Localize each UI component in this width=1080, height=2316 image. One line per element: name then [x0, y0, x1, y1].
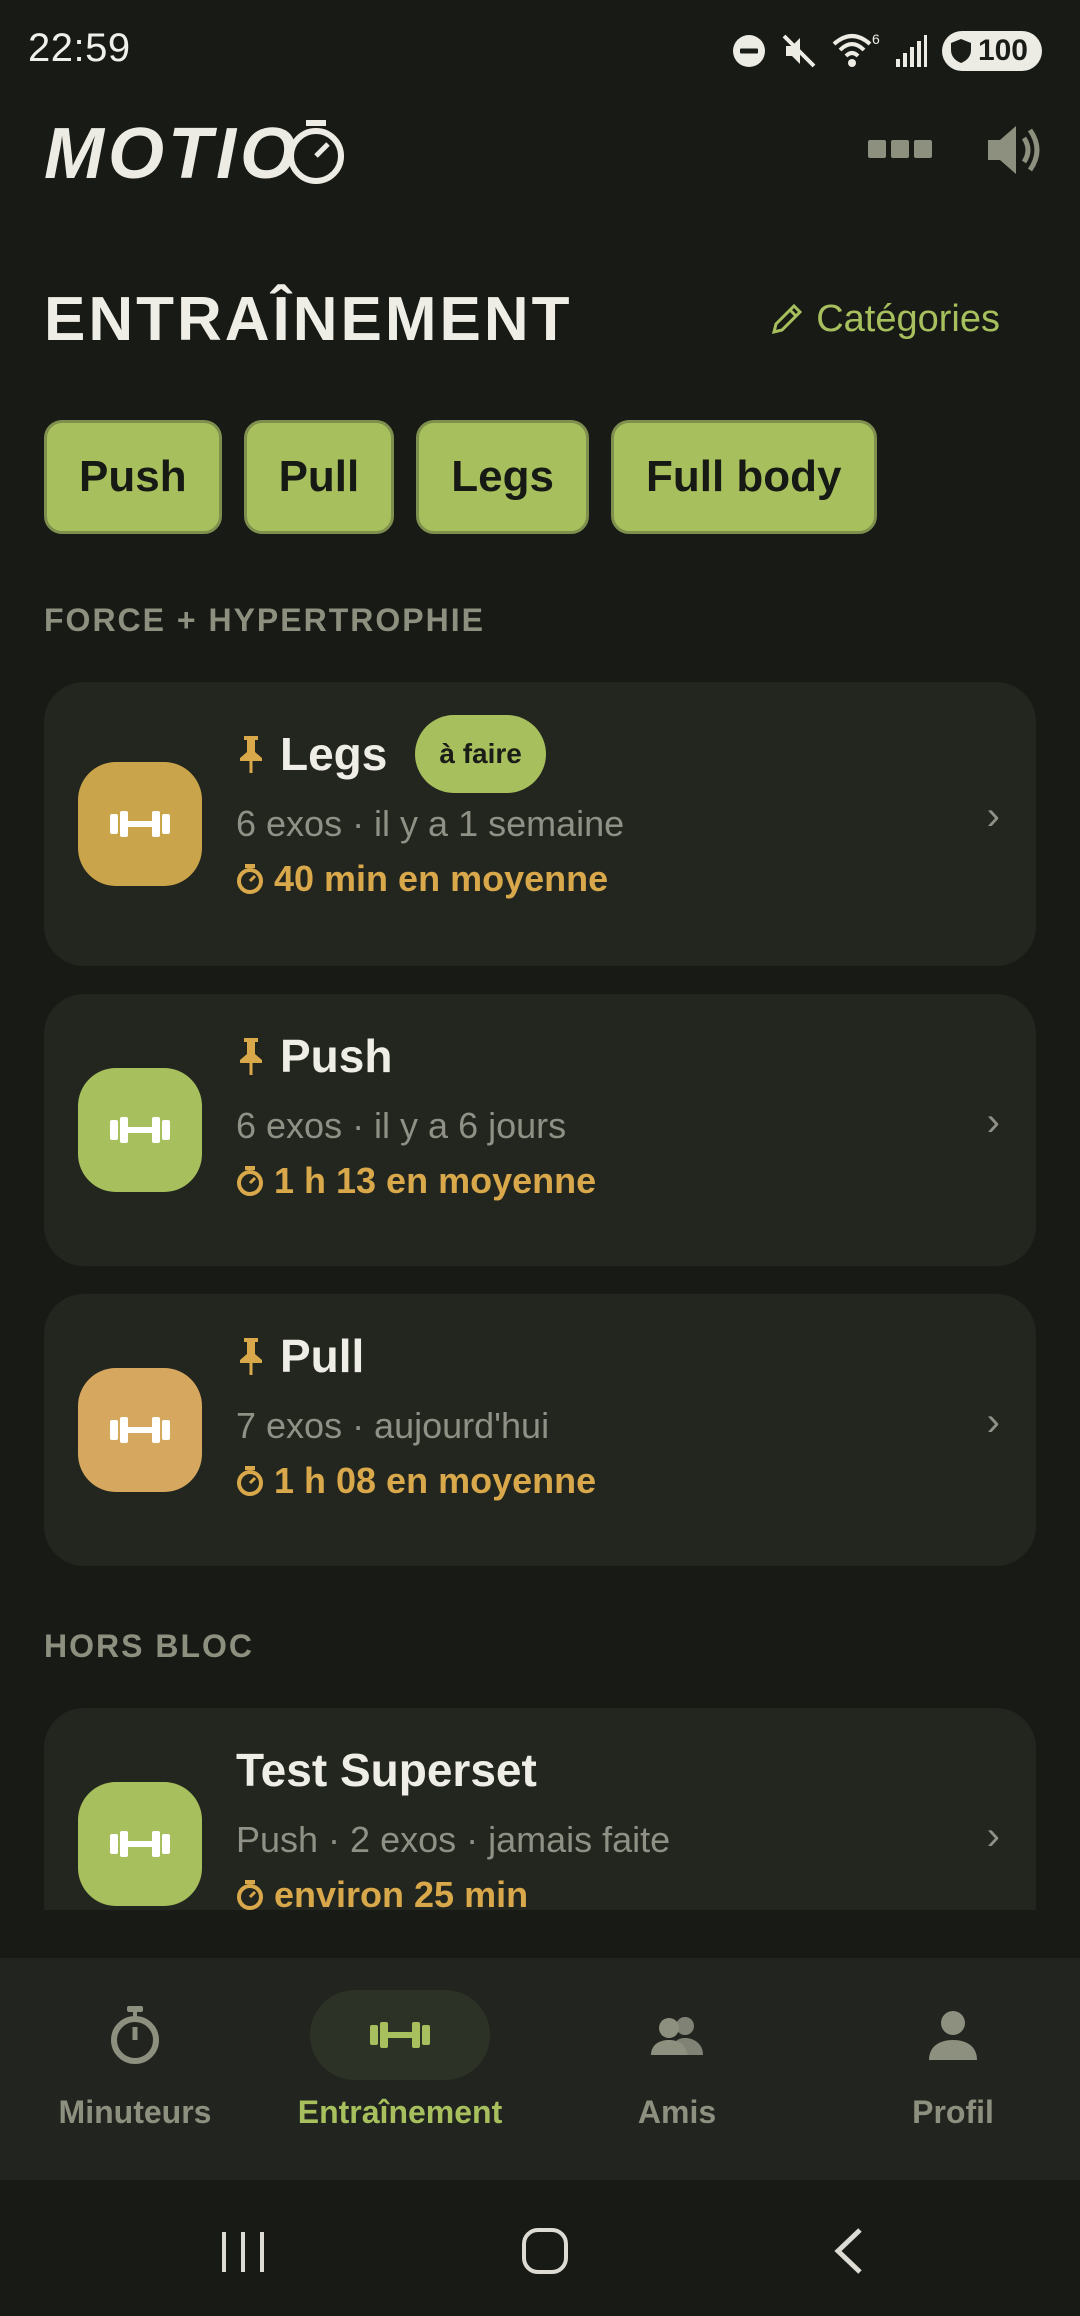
chevron-right-icon: › — [986, 794, 1000, 838]
nav-profile[interactable]: Profil — [818, 1958, 1080, 2180]
todo-badge: à faire — [415, 715, 546, 793]
recents-button[interactable] — [218, 2228, 268, 2276]
stopwatch-icon — [237, 1466, 263, 1496]
workout-card-legs[interactable]: Legs à faire 6 exos · il y a 1 semaine 4… — [44, 682, 1036, 966]
nav-timers-label: Minuteurs — [58, 2094, 212, 2130]
person-icon — [929, 2011, 977, 2060]
section-label-force: FORCE + HYPERTROPHIE — [44, 602, 485, 638]
dumbbell-icon — [78, 1368, 202, 1492]
workout-average: 1 h 08 en moyenne — [236, 1460, 976, 1502]
back-button[interactable] — [828, 2226, 868, 2276]
nav-profile-label: Profil — [912, 2094, 994, 2130]
workout-subtitle: 7 exos · aujourd'hui — [236, 1405, 550, 1446]
workout-title: Test Superset — [236, 1744, 537, 1796]
friends-icon — [651, 2017, 703, 2055]
workout-average-text: environ 25 min — [274, 1874, 529, 1910]
nav-training[interactable]: Entraînement — [265, 1958, 535, 2180]
app-screen: 22:59 6 100 MOTIO ENTRAÎNEMENT Catégorie… — [0, 0, 1080, 2316]
pin-icon — [240, 1338, 262, 1375]
nav-training-label: Entraînement — [297, 2094, 503, 2130]
workout-average: 1 h 13 en moyenne — [236, 1160, 976, 1202]
bottom-navigation: Minuteurs Entraînement Amis Profil — [0, 1958, 1080, 2180]
workout-subtitle: 6 exos · il y a 6 jours — [236, 1105, 567, 1146]
stopwatch-icon — [237, 1880, 263, 1910]
workout-title: Pull — [280, 1330, 365, 1382]
workout-subtitle: 6 exos · il y a 1 semaine — [236, 803, 625, 844]
workout-average: 40 min en moyenne — [236, 858, 976, 900]
dumbbell-icon — [78, 1068, 202, 1192]
stopwatch-icon — [237, 864, 263, 894]
workout-subtitle: Push · 2 exos · jamais faite — [236, 1819, 671, 1860]
workout-average-text: 1 h 13 en moyenne — [274, 1160, 597, 1201]
workout-average-text: 40 min en moyenne — [274, 858, 609, 899]
pin-icon — [240, 736, 262, 773]
workout-card-test-superset[interactable]: Test Superset Push · 2 exos · jamais fai… — [44, 1708, 1036, 1910]
workout-card-push[interactable]: Push 6 exos · il y a 6 jours 1 h 13 en m… — [44, 994, 1036, 1266]
workout-card-pull[interactable]: Pull 7 exos · aujourd'hui 1 h 08 en moye… — [44, 1294, 1036, 1566]
nav-friends[interactable]: Amis — [542, 1958, 812, 2180]
workout-list[interactable]: FORCE + HYPERTROPHIE Legs à faire 6 exos… — [0, 0, 1080, 1910]
chevron-right-icon: › — [986, 1100, 1000, 1144]
dumbbell-icon — [78, 1782, 202, 1906]
chevron-right-icon: › — [986, 1814, 1000, 1858]
stopwatch-icon — [237, 1166, 263, 1196]
nav-timers-icon-wrap — [45, 1990, 225, 2080]
workout-average: environ 25 min — [236, 1874, 976, 1910]
chevron-right-icon: › — [986, 1400, 1000, 1444]
section-label-hors-bloc: HORS BLOC — [44, 1628, 254, 1664]
dumbbell-icon — [370, 2022, 430, 2048]
workout-average-text: 1 h 08 en moyenne — [274, 1460, 597, 1501]
stopwatch-icon — [111, 2006, 159, 2064]
workout-title: Push — [280, 1030, 393, 1082]
nav-friends-icon-wrap — [587, 1990, 767, 2080]
nav-profile-icon-wrap — [863, 1990, 1043, 2080]
nav-training-icon-wrap — [310, 1990, 490, 2080]
nav-friends-label: Amis — [637, 2094, 717, 2130]
nav-timers[interactable]: Minuteurs — [0, 1958, 270, 2180]
pin-icon — [240, 1038, 262, 1075]
home-button[interactable] — [520, 2226, 570, 2276]
workout-title: Legs — [280, 728, 388, 780]
dumbbell-icon — [78, 762, 202, 886]
